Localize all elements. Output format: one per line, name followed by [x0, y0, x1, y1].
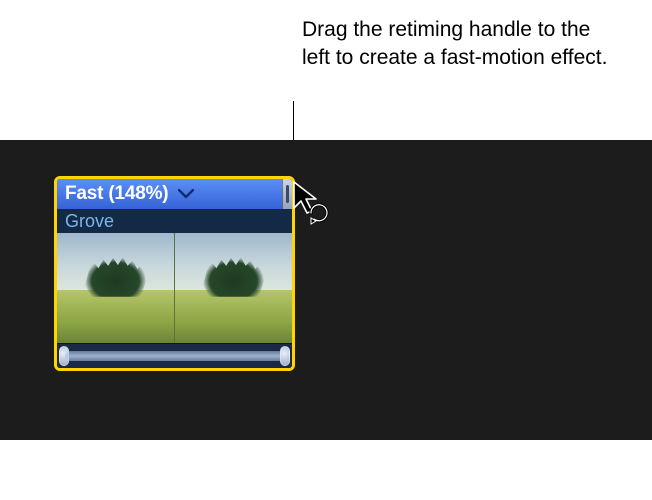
- audio-fade-handle-right[interactable]: [280, 346, 290, 366]
- retiming-handle[interactable]: [282, 179, 292, 209]
- callout-text: Drag the retiming handle to the left to …: [302, 16, 612, 73]
- clip-thumbnail: [174, 233, 292, 343]
- chevron-down-icon[interactable]: [178, 189, 194, 199]
- audio-wave: [65, 351, 284, 361]
- timeline-clip[interactable]: Fast (148%) Grove: [54, 176, 295, 371]
- retiming-speed-label: Fast (148%): [65, 183, 168, 205]
- clip-name-row: Grove: [57, 209, 292, 233]
- clip-filmstrip: [57, 233, 292, 343]
- clip-name-label: Grove: [65, 211, 114, 232]
- retiming-bar[interactable]: Fast (148%): [57, 179, 292, 209]
- clip-thumbnail: [57, 233, 174, 343]
- clip-audio-waveform[interactable]: [57, 343, 292, 368]
- timeline-area: Fast (148%) Grove: [0, 140, 652, 440]
